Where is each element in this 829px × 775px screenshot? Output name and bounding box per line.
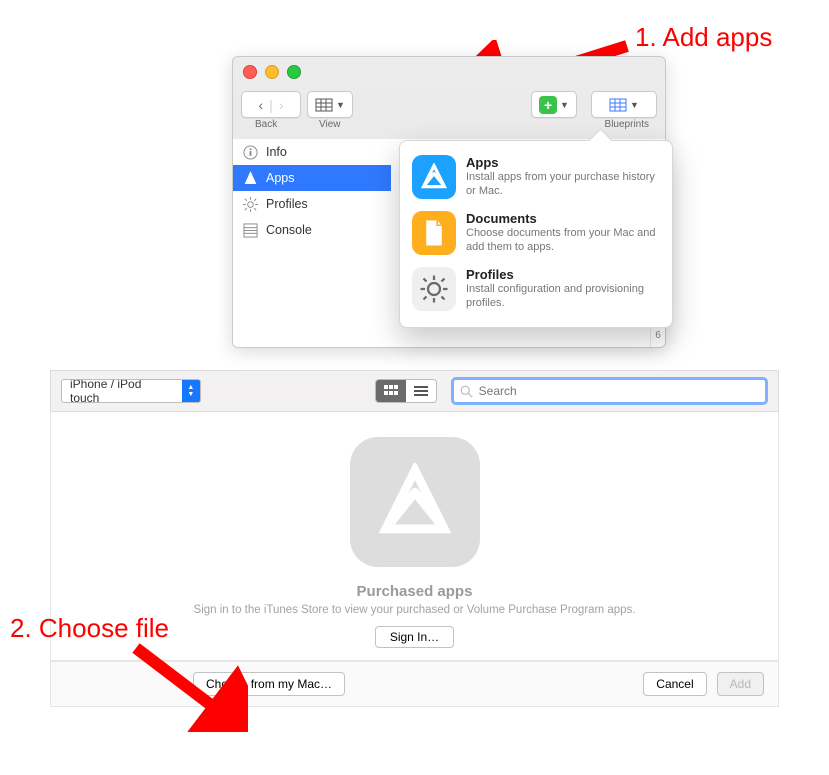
view-label: View xyxy=(319,119,341,130)
popover-desc: Install apps from your purchase history … xyxy=(466,170,660,199)
view-button[interactable]: ▼ xyxy=(307,91,353,118)
info-icon xyxy=(243,145,258,160)
annotation-choose-file: 2. Choose file xyxy=(10,613,169,644)
add-button[interactable]: + ▼ xyxy=(531,91,577,118)
cancel-button[interactable]: Cancel xyxy=(643,672,706,696)
add-button-footer: Add xyxy=(717,672,764,696)
back-button[interactable]: ‹|› xyxy=(241,91,301,118)
sidebar-item-label: Apps xyxy=(266,171,295,185)
annotation-add-apps: 1. Add apps xyxy=(635,22,772,53)
document-icon xyxy=(422,219,446,247)
search-input[interactable] xyxy=(479,384,759,398)
sidebar-item-label: Profiles xyxy=(266,197,308,211)
sidebar-item-label: Console xyxy=(266,223,312,237)
sidebar-item-profiles[interactable]: Profiles xyxy=(233,191,391,217)
stepper-arrows-icon: ▲▼ xyxy=(182,380,200,402)
arrow-choose-file xyxy=(128,642,248,732)
grid-view-button[interactable] xyxy=(376,380,406,402)
purchased-apps-title: Purchased apps xyxy=(81,583,748,600)
purchased-apps-placeholder-icon xyxy=(350,437,480,567)
popover-title: Profiles xyxy=(466,267,660,282)
blueprints-label: Blueprints xyxy=(605,119,649,130)
profiles-gear-icon xyxy=(419,274,449,304)
popover-item-profiles[interactable]: Profiles Install configuration and provi… xyxy=(412,261,660,317)
add-popover: Apps Install apps from your purchase his… xyxy=(399,140,673,328)
apps-icon xyxy=(243,171,258,186)
sidebar-item-apps[interactable]: Apps xyxy=(233,165,391,191)
purchased-apps-subtitle: Sign in to the iTunes Store to view your… xyxy=(81,604,748,616)
list-view-button[interactable] xyxy=(406,380,436,402)
sidebar-item-console[interactable]: Console xyxy=(233,217,391,243)
grid-icon xyxy=(315,98,333,112)
grid-icon xyxy=(384,385,398,397)
blueprints-button[interactable]: ▼ xyxy=(591,91,657,118)
popover-desc: Install configuration and provisioning p… xyxy=(466,282,660,311)
popover-desc: Choose documents from your Mac and add t… xyxy=(466,226,660,255)
back-label: Back xyxy=(255,119,277,130)
view-mode-segment xyxy=(375,379,437,403)
list-icon xyxy=(414,385,428,397)
chooser-toolbar: iPhone / iPod touch ▲▼ xyxy=(50,370,779,412)
console-icon xyxy=(243,223,258,238)
search-icon xyxy=(460,385,473,398)
popover-title: Apps xyxy=(466,155,660,170)
sidebar-item-label: Info xyxy=(266,145,287,159)
popover-item-apps[interactable]: Apps Install apps from your purchase his… xyxy=(412,149,660,205)
device-selector-label: iPhone / iPod touch xyxy=(62,379,182,403)
device-selector[interactable]: iPhone / iPod touch ▲▼ xyxy=(61,379,201,403)
blueprints-icon xyxy=(609,98,627,112)
toolbar: ‹|› Back ▼ View + ▼ ▼ Blueprints xyxy=(233,57,665,131)
sign-in-button[interactable]: Sign In… xyxy=(375,626,454,648)
appstore-icon xyxy=(420,163,448,191)
plus-icon: + xyxy=(539,96,557,114)
popover-title: Documents xyxy=(466,211,660,226)
search-field[interactable] xyxy=(451,377,768,405)
sidebar: Info Apps Profiles Console xyxy=(233,139,392,347)
sidebar-item-info[interactable]: Info xyxy=(233,139,391,165)
gear-icon xyxy=(243,197,258,212)
popover-item-documents[interactable]: Documents Choose documents from your Mac… xyxy=(412,205,660,261)
